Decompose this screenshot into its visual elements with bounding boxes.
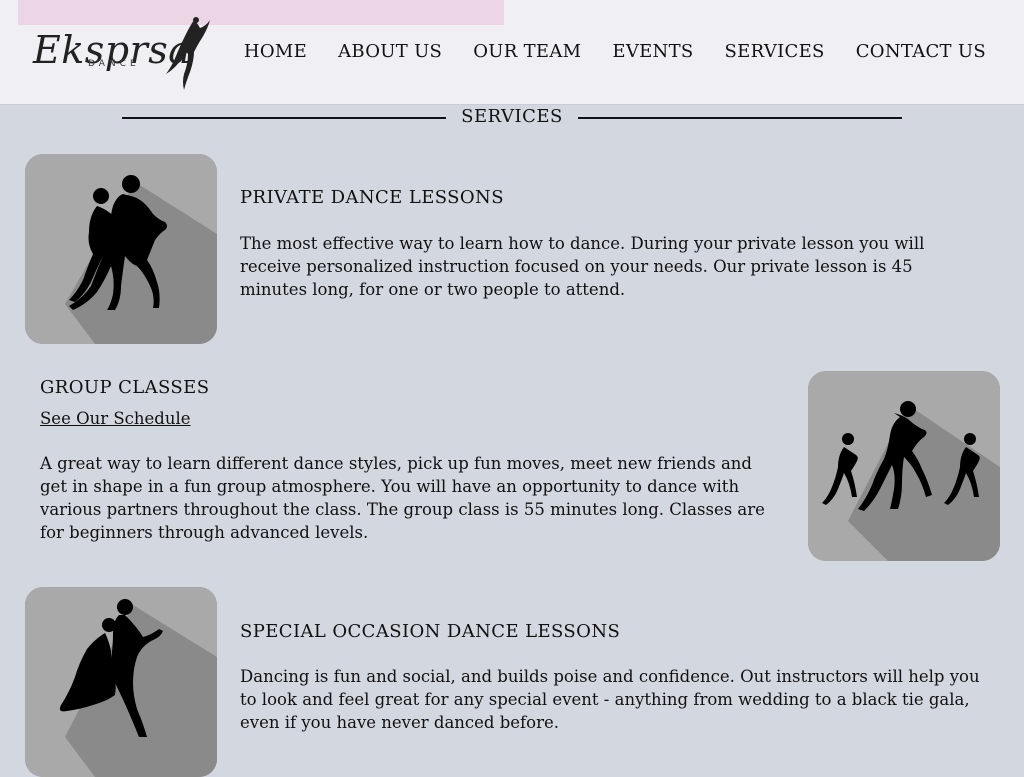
main-nav: HOME ABOUT US OUR TEAM EVENTS SERVICES C…	[244, 41, 986, 62]
group-dancers-icon	[808, 371, 1000, 561]
dancer-logo-icon	[166, 17, 210, 90]
nav-about-us[interactable]: ABOUT US	[338, 41, 442, 62]
brand-logo[interactable]: Eksprsa DANCE	[30, 14, 210, 92]
special-occasion-image	[25, 587, 217, 777]
section-heading: SERVICES	[122, 106, 902, 130]
ballroom-couple-icon	[25, 587, 217, 777]
nav-our-team[interactable]: OUR TEAM	[473, 41, 581, 62]
nav-services[interactable]: SERVICES	[725, 41, 825, 62]
nav-home[interactable]: HOME	[244, 41, 307, 62]
heading-divider-right	[578, 117, 902, 119]
see-schedule-link[interactable]: See Our Schedule	[40, 409, 191, 428]
brand-subtitle: DANCE	[88, 59, 140, 69]
tango-couple-icon	[25, 154, 217, 344]
group-classes-title: GROUP CLASSES	[40, 377, 210, 398]
group-classes-image	[808, 371, 1000, 561]
group-classes-description: A great way to learn different dance sty…	[40, 454, 765, 542]
private-lessons-description: The most effective way to learn how to d…	[240, 234, 925, 299]
nav-contact-us[interactable]: CONTACT US	[856, 41, 986, 62]
special-occasion-title: SPECIAL OCCASION DANCE LESSONS	[240, 621, 621, 642]
private-lessons-image	[25, 154, 217, 344]
private-lessons-title: PRIVATE DANCE LESSONS	[240, 187, 504, 208]
nav-events[interactable]: EVENTS	[612, 41, 693, 62]
site-header: Eksprsa DANCE HOME ABOUT US OUR TEAM EVE…	[0, 0, 1024, 105]
special-occasion-description: Dancing is fun and social, and builds po…	[240, 667, 980, 732]
